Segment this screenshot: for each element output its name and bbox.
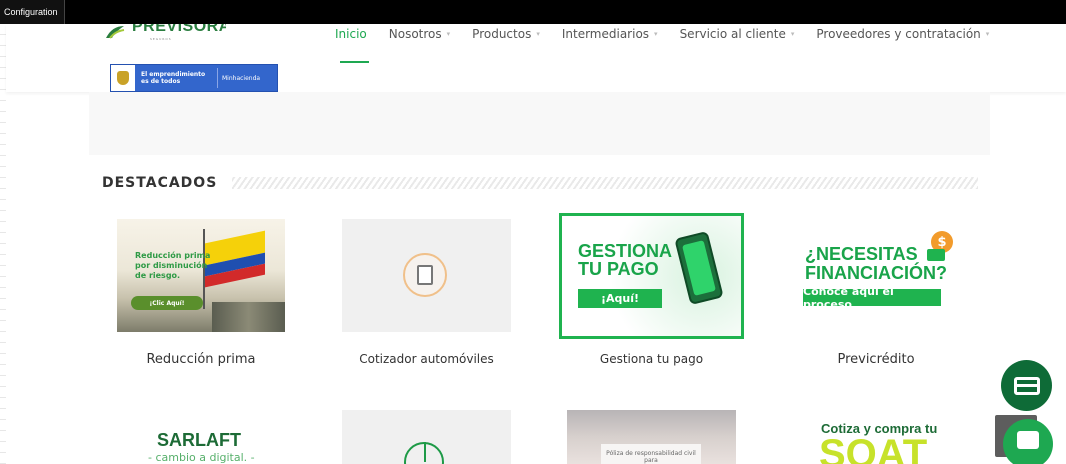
nav-item-productos[interactable]: Productos ▾ [472, 27, 540, 41]
section-title-decoration [232, 177, 978, 189]
nav-item-proveedores-y-contratación[interactable]: Proveedores y contratación ▾ [816, 27, 989, 41]
nav-item-label: Productos [472, 27, 532, 41]
card-gestiona-pago-label[interactable]: Gestiona tu pago [559, 352, 744, 366]
nav-item-label: Nosotros [388, 27, 442, 41]
policy-document: Póliza de responsabilidad civil para [601, 444, 701, 464]
clipboard-icon [403, 253, 447, 297]
city-skyline [212, 302, 285, 332]
nav-active-underline [340, 61, 369, 63]
chevron-down-icon: ▾ [790, 30, 795, 38]
main-nav: Inicio Nosotros ▾ Productos ▾ Intermediarios ▾… [335, 24, 1011, 48]
card-reduccion-prima-image[interactable]: Reducción prima por disminución de riesg… [117, 219, 285, 332]
gov-banner-text: El emprendimiento es de todos [141, 71, 206, 85]
card-sarlaft-subtitle: - cambio a digital. - [148, 451, 255, 464]
logo-mark-icon [106, 26, 125, 39]
gov-banner-ministry: Minhacienda [222, 74, 261, 82]
card-previcredito-image-title: ¿NECESITAS FINANCIACIÓN? [805, 244, 947, 283]
chat-float-button[interactable] [1003, 419, 1053, 464]
card-previcredito-image[interactable]: ¿NECESITAS FINANCIACIÓN? Conoce aquí el … [789, 219, 963, 332]
payment-card-icon [1013, 376, 1040, 395]
previsora-logo[interactable]: PREVISORA SEGUROS [104, 24, 226, 44]
card-sarlaft-title: SARLAFT [157, 430, 241, 450]
chevron-down-icon: ▾ [446, 30, 451, 38]
card-gestiona-pago-image-button: ¡Aquí! [578, 289, 662, 308]
credit-card-icon [927, 249, 945, 261]
card-previcredito-image-button: Conoce aquí el proceso [803, 285, 941, 311]
gov-banner-divider [217, 68, 218, 88]
card-cotizador-image[interactable] [342, 219, 511, 332]
card-poliza-text: Póliza de responsabilidad civil para [606, 450, 696, 464]
card-reduccion-prima-image-text: Reducción prima por disminución de riesg… [135, 251, 211, 280]
site-header: PREVISORA SEGUROS Inicio Nosotros ▾ Product… [6, 24, 1066, 92]
logo-text: PREVISORA [132, 24, 226, 35]
chat-icon [1017, 431, 1039, 449]
chart-icon [404, 442, 444, 464]
card-poliza-image[interactable]: Póliza de responsabilidad civil para [567, 410, 736, 464]
nav-item-label: Servicio al cliente [679, 27, 786, 41]
nav-item-label: Intermediarios [561, 27, 650, 41]
browser-topbar: Configuration [0, 0, 1066, 24]
nav-item-nosotros[interactable]: Nosotros ▾ [389, 27, 450, 41]
card-gestiona-pago-image-title: GESTIONA TU PAGO [578, 241, 672, 279]
chevron-down-icon: ▾ [985, 30, 990, 38]
card-previcredito-label[interactable]: Previcrédito [789, 352, 963, 367]
nav-item-intermediarios[interactable]: Intermediarios ▾ [562, 27, 658, 41]
government-banner[interactable]: El emprendimiento es de todos Minhaciend… [110, 64, 278, 92]
nav-item-label: Inicio [335, 27, 367, 41]
card-soat-big-text: SOAT [819, 432, 928, 464]
chevron-down-icon: ▾ [536, 30, 540, 38]
coat-of-arms-icon [111, 65, 135, 91]
chevron-down-icon: ▾ [654, 30, 658, 38]
logo-subtitle: SEGUROS [150, 37, 172, 41]
card-reduccion-prima-image-button: ¡Clic Aquí! [131, 296, 203, 310]
nav-item-label: Proveedores y contratación [816, 27, 981, 41]
card-reduccion-prima-label[interactable]: Reducción prima [117, 352, 285, 367]
card-chart-image[interactable] [342, 410, 511, 464]
card-sarlaft-image[interactable]: SARLAFT - cambio a digital. - [117, 410, 258, 464]
payment-float-button[interactable] [1001, 360, 1052, 411]
hero-placeholder [89, 92, 990, 155]
card-cotizador-label[interactable]: Cotizador automóviles [342, 352, 511, 366]
section-title: DESTACADOS [102, 175, 218, 191]
card-soat-image[interactable]: Cotiza y compra tu SOAT [789, 410, 963, 464]
nav-item-servicio-al-cliente[interactable]: Servicio al cliente ▾ [680, 27, 795, 41]
card-gestiona-pago-image[interactable]: GESTIONA TU PAGO ¡Aquí! [559, 213, 744, 339]
configuration-tab[interactable]: Configuration [0, 0, 65, 24]
nav-item-inicio[interactable]: Inicio [335, 27, 367, 41]
